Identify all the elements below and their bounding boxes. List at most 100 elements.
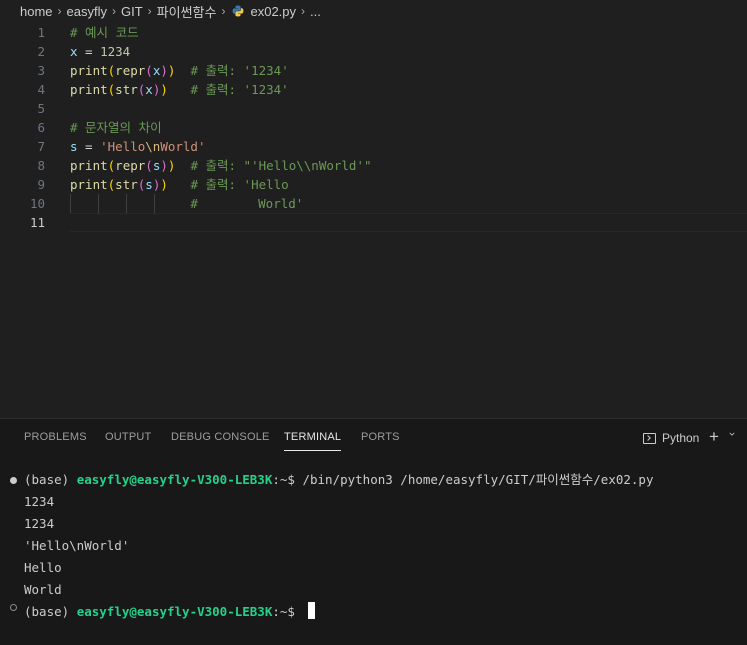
code-token: repr: [115, 63, 146, 78]
code-token: print: [70, 63, 108, 78]
panel-tabs: PROBLEMS OUTPUT DEBUG CONSOLE TERMINAL P…: [0, 419, 747, 457]
indent-guide: [154, 194, 155, 213]
code-line[interactable]: 5: [0, 99, 747, 118]
code-token: (: [145, 158, 153, 173]
line-code: # 문자열의 차이: [70, 118, 162, 137]
code-token: ): [160, 177, 168, 192]
chevron-right-icon: ›: [112, 4, 116, 18]
terminal-icon: [643, 432, 656, 444]
terminal-cursor: [308, 602, 316, 619]
line-code: # World': [70, 194, 303, 213]
code-token: repr: [115, 158, 146, 173]
code-token: print: [70, 158, 108, 173]
code-token: 1234: [100, 44, 131, 59]
code-token: # World': [70, 196, 304, 211]
code-token: # 출력: 'Hello: [167, 177, 289, 192]
line-code: # 예시 코드: [70, 23, 139, 42]
code-token: print: [70, 82, 108, 97]
code-token: ): [160, 63, 168, 78]
code-token: x: [70, 44, 78, 59]
code-line[interactable]: 9 print(str(s)) # 출력: 'Hello: [0, 175, 747, 194]
tab-terminal[interactable]: TERMINAL: [284, 431, 342, 451]
tab-problems[interactable]: PROBLEMS: [24, 431, 87, 443]
code-token: =: [77, 44, 101, 59]
line-number: 5: [37, 101, 45, 116]
terminal-shell-selector[interactable]: Python: [643, 429, 699, 447]
terminal-output-line: World: [24, 582, 62, 597]
shell-label: Python: [662, 431, 700, 445]
code-token: s: [145, 177, 153, 192]
code-token: print: [70, 177, 108, 192]
python-file-icon: [233, 5, 244, 17]
code-line[interactable]: 10 # World': [0, 194, 747, 213]
code-line[interactable]: 3 print(repr(x)) # 출력: '1234': [0, 61, 747, 80]
code-token: str: [115, 177, 138, 192]
tab-output[interactable]: OUTPUT: [105, 431, 151, 443]
code-token: \n: [145, 139, 161, 154]
chevron-right-icon: ›: [147, 4, 152, 18]
command-success-icon[interactable]: [10, 477, 17, 484]
vscode-window: home › easyfly › GIT › 파이썬함수 › ex02.py ›…: [0, 0, 747, 645]
breadcrumb-home[interactable]: home: [20, 4, 53, 19]
current-line-highlight: [70, 213, 747, 232]
line-number: 8: [37, 158, 45, 173]
bottom-panel: PROBLEMS OUTPUT DEBUG CONSOLE TERMINAL P…: [0, 418, 747, 645]
line-number: 2: [37, 44, 45, 59]
command-pending-icon[interactable]: [10, 604, 17, 611]
breadcrumb-symbols[interactable]: ...: [310, 4, 321, 19]
breadcrumb-file[interactable]: ex02.py: [250, 4, 296, 19]
code-token: World': [160, 139, 206, 154]
line-number: 7: [37, 139, 45, 154]
code-token: =: [77, 139, 101, 154]
indent-guide: [98, 194, 99, 213]
line-number: 10: [29, 196, 45, 211]
line-code: print(str(s)) # 출력: 'Hello: [70, 175, 289, 194]
terminal-prompt-line: (base) easyfly@easyfly-V300-LEB3K:~$: [24, 601, 316, 623]
breadcrumb-git[interactable]: GIT: [121, 4, 143, 19]
code-token: # 출력: '1234': [167, 82, 289, 97]
line-code: print(repr(s)) # 출력: "'Hello\\nWorld'": [70, 156, 372, 175]
code-token: 'Hello: [100, 139, 146, 154]
terminal-output-line: Hello: [24, 560, 62, 575]
indent-guide: [126, 194, 127, 213]
code-token: # 예시 코드: [70, 25, 139, 40]
line-code: x = 1234: [70, 42, 130, 61]
chevron-right-icon: ›: [221, 4, 226, 18]
breadcrumb: home › easyfly › GIT › 파이썬함수 › ex02.py ›…: [20, 0, 321, 22]
code-token: x: [145, 82, 153, 97]
code-token: # 출력: "'Hello\\nWorld'": [175, 158, 372, 173]
code-token: ): [160, 82, 168, 97]
code-token: # 출력: '1234': [175, 63, 289, 78]
code-line[interactable]: 2 x = 1234: [0, 42, 747, 61]
code-token: ): [160, 158, 168, 173]
terminal-output-line: 1234: [24, 494, 55, 509]
line-number: 11: [29, 215, 45, 230]
line-number: 9: [37, 177, 45, 192]
code-token: s: [70, 139, 78, 154]
code-line[interactable]: 8 print(repr(s)) # 출력: "'Hello\\nWorld'": [0, 156, 747, 175]
line-number: 6: [37, 120, 45, 135]
breadcrumb-easyfly[interactable]: easyfly: [67, 4, 107, 19]
code-editor[interactable]: 1 # 예시 코드 2 x = 1234 3 print(repr(x)) # 출력: '…: [0, 22, 747, 418]
terminal-output-line: 1234: [24, 516, 55, 531]
line-code: s = 'Hello\nWorld': [70, 137, 205, 156]
tab-debug-console[interactable]: DEBUG CONSOLE: [171, 431, 270, 443]
code-line[interactable]: 4 print(str(x)) # 출력: '1234': [0, 80, 747, 99]
line-number: 1: [37, 25, 45, 40]
tab-ports[interactable]: PORTS: [361, 431, 400, 443]
code-line[interactable]: 11: [0, 213, 747, 232]
line-code: print(str(x)) # 출력: '1234': [70, 80, 289, 99]
new-terminal-button[interactable]: +: [709, 428, 719, 446]
chevron-right-icon: ›: [301, 4, 306, 18]
line-code: print(repr(x)) # 출력: '1234': [70, 61, 289, 80]
code-token: (: [145, 63, 153, 78]
chevron-down-icon[interactable]: [729, 431, 735, 437]
code-line[interactable]: 7 s = 'Hello\nWorld': [0, 137, 747, 156]
code-line[interactable]: 1 # 예시 코드: [0, 23, 747, 42]
line-number: 4: [37, 82, 45, 97]
code-line[interactable]: 6 # 문자열의 차이: [0, 118, 747, 137]
code-token: # 문자열의 차이: [70, 120, 162, 135]
indent-guide: [70, 194, 71, 213]
chevron-right-icon: ›: [57, 4, 62, 18]
breadcrumb-folder[interactable]: 파이썬함수: [157, 2, 217, 21]
